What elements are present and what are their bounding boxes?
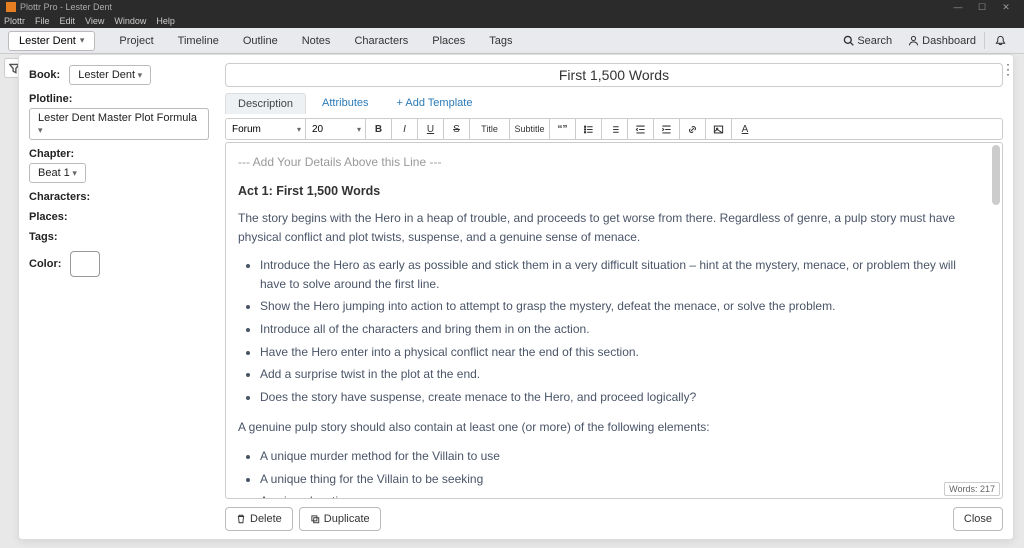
bullet-list-icon	[583, 124, 594, 135]
nav-timeline[interactable]: Timeline	[166, 35, 231, 47]
list-item: Add a surprise twist in the plot at the …	[260, 365, 984, 384]
search-button[interactable]: Search	[835, 32, 900, 50]
window-titlebar: Plottr Pro - Lester Dent — ☐ ✕	[0, 0, 1024, 14]
image-icon	[713, 124, 724, 135]
window-title: Plottr Pro - Lester Dent	[20, 2, 112, 12]
intro-paragraph: The story begins with the Hero in a heap…	[238, 209, 984, 246]
menu-help[interactable]: Help	[156, 16, 175, 26]
number-list-button[interactable]	[602, 119, 628, 139]
close-button[interactable]: Close	[953, 507, 1003, 531]
card-title-input[interactable]: First 1,500 Words	[225, 63, 1003, 87]
subtitle-format-button[interactable]: Subtitle	[510, 119, 550, 139]
tab-description[interactable]: Description	[225, 93, 306, 114]
list-item: Show the Hero jumping into action to att…	[260, 297, 984, 316]
card-tabs: Description Attributes + Add Template	[225, 93, 1003, 114]
indent-button[interactable]	[654, 119, 680, 139]
list-item: Does the story have suspense, create men…	[260, 388, 984, 407]
menu-edit[interactable]: Edit	[60, 16, 76, 26]
window-maximize[interactable]: ☐	[970, 2, 994, 13]
color-swatch[interactable]	[70, 251, 100, 277]
card-content-pane: ⋮ First 1,500 Words Description Attribut…	[219, 55, 1013, 539]
window-close[interactable]: ✕	[994, 2, 1018, 13]
elements-list: A unique murder method for the Villain t…	[260, 447, 984, 498]
book-label: Book:	[29, 69, 60, 81]
notifications-button[interactable]	[984, 32, 1016, 49]
word-count: Words: 217	[944, 482, 1000, 496]
user-icon	[908, 35, 919, 46]
number-list-icon	[609, 124, 620, 135]
editor-hint: --- Add Your Details Above this Line ---	[238, 153, 984, 172]
italic-button[interactable]: I	[392, 119, 418, 139]
menu-plottr[interactable]: Plottr	[4, 16, 25, 26]
link-icon	[687, 124, 698, 135]
list-item: A unique murder method for the Villain t…	[260, 447, 984, 466]
app-icon	[6, 2, 16, 12]
elements-intro: A genuine pulp story should also contain…	[238, 418, 984, 437]
book-select[interactable]: Lester Dent	[69, 65, 151, 85]
act-heading: Act 1: First 1,500 Words	[238, 182, 984, 201]
editor-toolbar: Forum 20 B I U S Title Subtitle “” A	[225, 118, 1003, 140]
modal-footer: Delete Duplicate Close	[225, 499, 1003, 531]
characters-label: Characters:	[29, 191, 209, 203]
nav-places[interactable]: Places	[420, 35, 477, 47]
plotline-label: Plotline:	[29, 93, 209, 105]
link-button[interactable]	[680, 119, 706, 139]
list-item: Introduce all of the characters and brin…	[260, 320, 984, 339]
nav-characters[interactable]: Characters	[342, 35, 420, 47]
chapter-label: Chapter:	[29, 148, 209, 160]
menu-file[interactable]: File	[35, 16, 50, 26]
outdent-button[interactable]	[628, 119, 654, 139]
editor-area[interactable]: --- Add Your Details Above this Line ---…	[225, 142, 1003, 499]
dashboard-button[interactable]: Dashboard	[900, 32, 984, 50]
copy-icon	[310, 514, 320, 524]
font-select[interactable]: Forum	[226, 119, 306, 139]
window-minimize[interactable]: —	[946, 2, 970, 12]
title-format-button[interactable]: Title	[470, 119, 510, 139]
bullet-list-button[interactable]	[576, 119, 602, 139]
quote-button[interactable]: “”	[550, 119, 576, 139]
bell-icon	[995, 35, 1006, 46]
chapter-select[interactable]: Beat 1	[29, 163, 86, 183]
nav-notes[interactable]: Notes	[290, 35, 343, 47]
project-dropdown[interactable]: Lester Dent	[8, 31, 95, 51]
nav-tags[interactable]: Tags	[477, 35, 524, 47]
fontsize-select[interactable]: 20	[306, 119, 366, 139]
trash-icon	[236, 514, 246, 524]
list-item: Introduce the Hero as early as possible …	[260, 256, 984, 293]
plotline-select[interactable]: Lester Dent Master Plot Formula	[29, 108, 209, 140]
color-label: Color:	[29, 258, 61, 270]
list-item: A unique location	[260, 492, 984, 498]
list-item: Have the Hero enter into a physical conf…	[260, 343, 984, 362]
more-menu-button[interactable]: ⋮	[1001, 61, 1015, 78]
app-menubar: Plottr File Edit View Window Help	[0, 14, 1024, 28]
image-button[interactable]	[706, 119, 732, 139]
nav-outline[interactable]: Outline	[231, 35, 290, 47]
delete-button[interactable]: Delete	[225, 507, 293, 531]
outdent-icon	[635, 124, 646, 135]
places-label: Places:	[29, 211, 209, 223]
main-toolbar: Lester Dent Project Timeline Outline Not…	[0, 28, 1024, 54]
underline-button[interactable]: U	[418, 119, 444, 139]
textcolor-button[interactable]: A	[732, 119, 758, 139]
strike-button[interactable]: S	[444, 119, 470, 139]
bold-button[interactable]: B	[366, 119, 392, 139]
indent-icon	[661, 124, 672, 135]
list-item: A unique thing for the Villain to be see…	[260, 470, 984, 489]
card-metadata-pane: Book: Lester Dent Plotline: Lester Dent …	[19, 55, 219, 539]
tab-add-template[interactable]: + Add Template	[385, 93, 485, 114]
menu-view[interactable]: View	[85, 16, 104, 26]
instructions-list: Introduce the Hero as early as possible …	[260, 256, 984, 406]
search-icon	[843, 35, 854, 46]
tags-label: Tags:	[29, 231, 209, 243]
nav-project[interactable]: Project	[107, 35, 165, 47]
duplicate-button[interactable]: Duplicate	[299, 507, 381, 531]
menu-window[interactable]: Window	[114, 16, 146, 26]
card-editor-modal: Book: Lester Dent Plotline: Lester Dent …	[18, 54, 1014, 540]
tab-attributes[interactable]: Attributes	[310, 93, 380, 114]
